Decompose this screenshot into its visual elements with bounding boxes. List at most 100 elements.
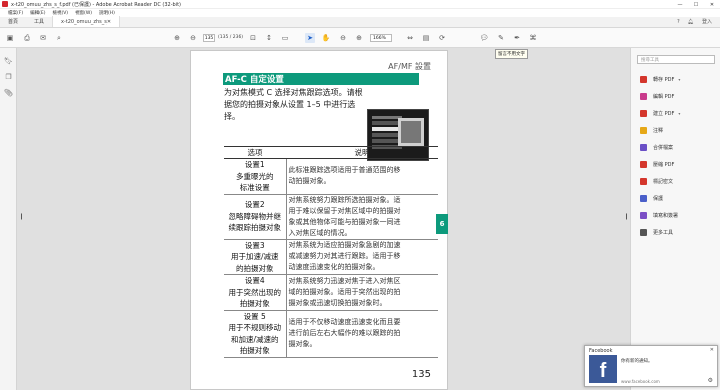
email-icon[interactable]: ✉: [38, 33, 48, 43]
tool-icon: [640, 75, 647, 83]
help-icon[interactable]: ?: [677, 19, 680, 25]
page-number: 135: [411, 369, 431, 380]
description-line: 对焦系统为适应拍摄对象急剧的加速: [288, 241, 401, 250]
search-icon[interactable]: ⌕: [54, 33, 64, 43]
zoom-in-icon[interactable]: ⊕: [354, 33, 364, 43]
maximize-button[interactable]: ☐: [688, 0, 704, 9]
sign-in-button[interactable]: 登入: [702, 18, 712, 25]
print-icon[interactable]: ⎙: [22, 33, 32, 43]
save-icon[interactable]: ▣: [5, 33, 15, 43]
sign-icon[interactable]: ✒: [512, 33, 522, 43]
bookmark-icon[interactable]: 🔖︎: [4, 56, 13, 65]
page-up-icon[interactable]: ⊕: [172, 33, 182, 43]
close-window-button[interactable]: ✕: [704, 0, 720, 9]
description-line: 对焦系统努力迅速对焦于进入对焦区: [288, 276, 401, 285]
chevron-down-icon[interactable]: ▾: [678, 111, 680, 116]
option-line: 忽略障碍物并继: [228, 211, 282, 221]
tool-item[interactable]: 標記密文: [640, 176, 673, 186]
table-row: 设置1 多重曝光的 标准设置 此标准跟踪选项适用于普通范围的移 动拍摄对象。: [224, 158, 438, 195]
tool-icon: [640, 194, 647, 202]
notification-message: 你有新的通知。: [621, 359, 653, 364]
tab-document-label: x-t20_omuu_zhs_s_f.pdf: [61, 18, 107, 25]
tool-item[interactable]: 編輯 PDF: [640, 91, 674, 101]
stamp-icon[interactable]: ⌘: [528, 33, 538, 43]
page-count: (135 / 236): [218, 35, 244, 40]
chevron-down-icon[interactable]: ▾: [678, 77, 680, 82]
tab-close-icon[interactable]: ✕: [107, 19, 111, 25]
description-line: 动速度迅速变化的拍摄对象。: [288, 263, 380, 272]
rotate-icon[interactable]: ⟳: [437, 33, 447, 43]
camera-preview-thumbnail: [398, 118, 424, 146]
tool-item[interactable]: 注釋: [640, 125, 663, 135]
tool-icon: [640, 177, 647, 185]
tool-item[interactable]: 轉存 PDF ▾: [640, 74, 680, 84]
close-icon[interactable]: ✕: [710, 347, 714, 353]
comment-icon[interactable]: 💬︎: [479, 33, 489, 43]
tool-item[interactable]: 合併檔案: [640, 142, 673, 152]
collapse-left-icon[interactable]: ❙: [19, 213, 24, 220]
table-row: 设置2 忽略障碍物并继 续跟踪拍摄对象 对焦系统努力跟踪所选拍摄对象。适 用于难以保留于…: [224, 194, 438, 240]
tool-label: 編輯 PDF: [653, 93, 675, 100]
option-line: 多重曝光的: [236, 171, 274, 181]
tool-icon: [640, 211, 647, 219]
hand-tool-icon[interactable]: ✋: [321, 33, 331, 43]
fit-page-icon[interactable]: ⊡: [248, 33, 258, 43]
description-line: 动拍摄对象。: [288, 177, 331, 186]
description-line: 用于难以保留于对焦区域中的拍摄对: [288, 206, 401, 215]
table-header-description: 说明: [286, 146, 438, 159]
page-header: AF/MF 設置: [388, 62, 431, 71]
tool-icon: [640, 109, 647, 117]
zoom-select[interactable]: 166%: [370, 34, 392, 42]
chapter-tab: 6: [436, 214, 448, 234]
tool-item[interactable]: 壓縮 PDF: [640, 159, 674, 169]
tool-icon: [640, 228, 647, 236]
select-tool-icon[interactable]: ➤: [305, 33, 315, 43]
options-table: 选项 说明 设置1 多重曝光的 标准设置 此标准跟踪选项适用于普通范围的移 动拍摄对象。…: [224, 146, 438, 358]
tool-search-input[interactable]: 搜尋工具: [637, 55, 715, 64]
option-line: 拍摄对象: [239, 346, 270, 355]
tool-label: 合併檔案: [653, 144, 674, 151]
page-number-input[interactable]: 135: [203, 34, 215, 42]
option-line: 设置3: [244, 240, 265, 250]
facebook-notification[interactable]: Facebook f 你有新的通知。 www.facebook.com ✕ ⚙: [584, 345, 718, 387]
description-line: 入对焦区域的情况。: [288, 228, 352, 237]
minimize-button[interactable]: —: [672, 0, 688, 9]
tab-home[interactable]: 首頁: [0, 16, 26, 27]
tool-label: 保護: [653, 195, 664, 202]
option-line: 用于突然出现的: [228, 287, 282, 297]
description-line: 摄对象或迅速切换拍摄对象时。: [288, 298, 387, 307]
tool-item[interactable]: 建立 PDF ▾: [640, 108, 680, 118]
description-cell: 对焦系统为适应拍摄对象急剧的加速 或减速努力对其进行跟踪。适用于移 动速度迅速变化的…: [286, 239, 438, 275]
tab-tools[interactable]: 工具: [26, 16, 52, 27]
tool-icon: [640, 143, 647, 151]
description-line: 或减速努力对其进行跟踪。适用于移: [288, 252, 401, 261]
highlight-icon[interactable]: ✎: [496, 33, 506, 43]
gear-icon[interactable]: ⚙: [708, 377, 713, 384]
tool-item[interactable]: 保護: [640, 193, 663, 203]
option-line: 设置 5: [243, 311, 266, 321]
option-cell: 设置4 用于突然出现的 拍摄对象: [224, 274, 287, 311]
tool-item[interactable]: 更多工具: [640, 227, 673, 237]
read-mode-icon[interactable]: ▤: [421, 33, 431, 43]
scroll-mode-icon[interactable]: ↕: [264, 33, 274, 43]
window-title: x-t20_omuu_zhs_s_f.pdf (已保護) - Adobe Acr…: [11, 1, 182, 8]
toolbar: ▣ ⎙ ✉ ⌕ ⊕ ⊖ 135 (135 / 236) ⊡ ↕ ▭ ➤ ✋ ⊖ …: [0, 28, 720, 48]
collapse-right-icon[interactable]: ❙: [624, 213, 629, 220]
tab-document[interactable]: x-t20_omuu_zhs_s_f.pdf ✕: [52, 16, 121, 27]
tool-icon: [640, 92, 647, 100]
pages-icon[interactable]: ❐: [4, 72, 13, 81]
option-cell: 设置2 忽略障碍物并继 续跟踪拍摄对象: [224, 194, 287, 240]
table-header-option: 选项: [224, 146, 286, 159]
description-cell: 适用于不仅移动速度迅速变化而且要 进行前后左右大幅作的难以跟踪的拍 摄对象。: [286, 310, 438, 358]
zoom-out-icon[interactable]: ⊖: [338, 33, 348, 43]
description-line: 摄对象。: [288, 340, 317, 348]
tool-label: 標記密文: [653, 178, 674, 185]
tool-icon: [640, 160, 647, 168]
bell-icon[interactable]: 🔔︎: [688, 19, 694, 25]
page-down-icon[interactable]: ⊖: [188, 33, 198, 43]
tool-item[interactable]: 填寫和簽署: [640, 210, 678, 220]
option-line: 设置4: [244, 276, 265, 285]
fit-width-icon[interactable]: ⇔: [405, 33, 415, 43]
page-view-icon[interactable]: ▭: [280, 33, 290, 43]
attachment-icon[interactable]: 📎︎: [4, 88, 13, 97]
